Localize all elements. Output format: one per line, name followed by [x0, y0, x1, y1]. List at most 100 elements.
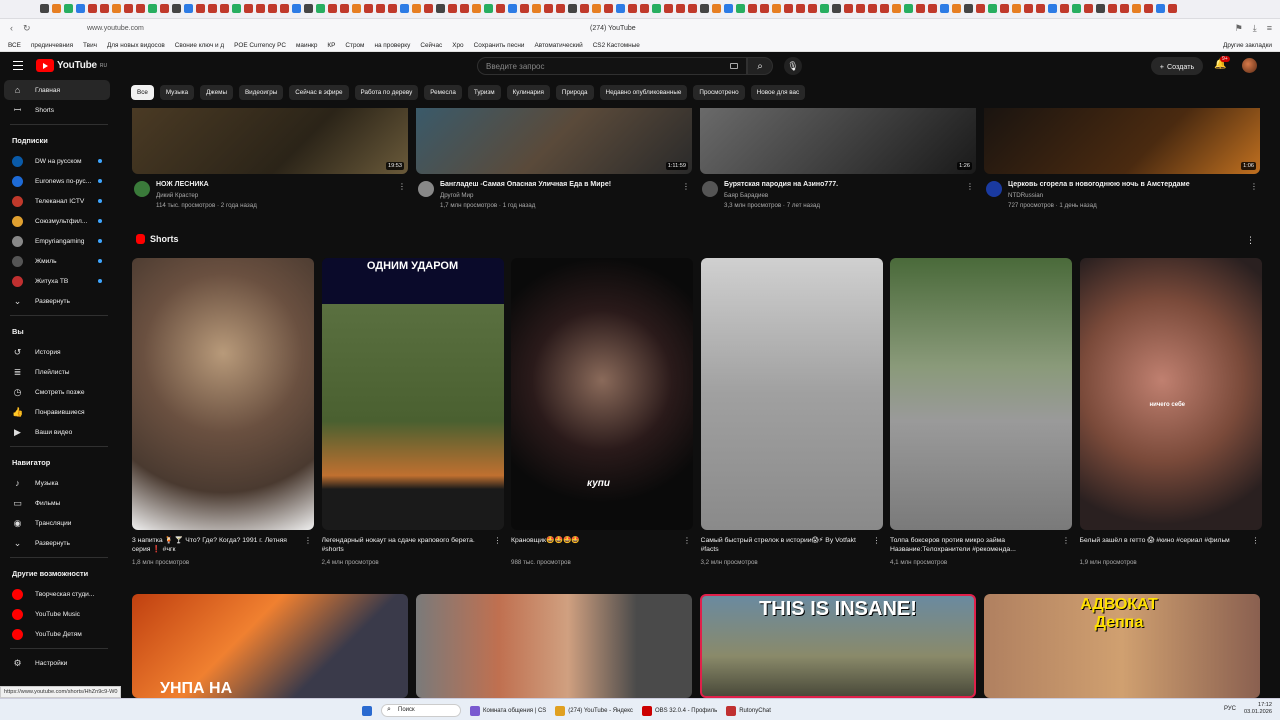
more-icon[interactable]: ⋮: [966, 182, 974, 191]
video-card[interactable]: 1:11:59 Бангладеш -Самая Опасная Уличная …: [416, 108, 692, 214]
channel-name[interactable]: Другой Мир: [440, 192, 473, 199]
search-input[interactable]: Введите запрос: [477, 57, 747, 75]
browser-tab-favicon[interactable]: [784, 4, 793, 13]
video-card[interactable]: 1:06 Церковь сгорела в новогоднюю ночь в …: [984, 108, 1260, 214]
sidebar-item[interactable]: 👍 Понравившиеся: [0, 402, 118, 422]
sidebar-item[interactable]: ◷ Смотреть позже: [0, 382, 118, 402]
browser-tab-favicon[interactable]: [1072, 4, 1081, 13]
search-button[interactable]: ⌕: [747, 57, 773, 75]
sidebar-item[interactable]: Союзмультфил...: [0, 211, 118, 231]
sidebar-item-settings[interactable]: ⚙ Настройки: [0, 653, 118, 673]
video-thumbnail[interactable]: АДВОКАТ Деппа: [984, 594, 1260, 698]
sidebar-item[interactable]: ▶ Ваши видео: [0, 422, 118, 442]
browser-tab-favicon[interactable]: [772, 4, 781, 13]
browser-tab-favicon[interactable]: [796, 4, 805, 13]
more-icon[interactable]: ⋮: [1250, 182, 1258, 191]
browser-tab-favicon[interactable]: [244, 4, 253, 13]
video-thumbnail[interactable]: 1:11:59: [416, 108, 692, 174]
browser-tab-favicon[interactable]: [1096, 4, 1105, 13]
address-bar[interactable]: ‹ ↻ www.youtube.com (274) YouTube ⚑ ⤓ ≡: [0, 19, 1280, 39]
browser-tab-favicon[interactable]: [520, 4, 529, 13]
browser-tabs[interactable]: [40, 4, 1177, 13]
browser-tab-favicon[interactable]: [652, 4, 661, 13]
more-icon[interactable]: ⋮: [683, 536, 691, 545]
browser-tab-favicon[interactable]: [904, 4, 913, 13]
short-thumbnail[interactable]: купи: [511, 258, 693, 530]
video-title[interactable]: Церковь сгорела в новогоднюю ночь в Амст…: [1008, 181, 1190, 188]
sidebar-item[interactable]: ♪ Музыка: [0, 473, 118, 493]
short-thumbnail[interactable]: ОДНИМ УДАРОМ: [321, 258, 504, 530]
video-thumbnail[interactable]: THIS IS INSANE!: [700, 594, 976, 698]
browser-tab-favicon[interactable]: [340, 4, 349, 13]
short-title[interactable]: 3 напитка 🍹 🍸 Что? Где? Когда? 1991 г. Л…: [132, 536, 302, 557]
browser-tab-favicon[interactable]: [544, 4, 553, 13]
browser-tab-favicon[interactable]: [388, 4, 397, 13]
browser-tab-favicon[interactable]: [484, 4, 493, 13]
start-icon[interactable]: [362, 705, 372, 716]
browser-tab-favicon[interactable]: [568, 4, 577, 13]
shorts-more-icon[interactable]: ⋮: [1246, 235, 1255, 246]
bookmark-item[interactable]: Своние ключ и д: [175, 42, 224, 49]
short-card[interactable]: купи Крановщик🤩🤩🤩🤩 988 тыс. просмотров ⋮: [511, 258, 693, 566]
browser-tab-favicon[interactable]: [52, 4, 61, 13]
short-card[interactable]: Самый быстрый стрелок в истории😱⚡ By Vot…: [700, 258, 883, 566]
bookmark-item[interactable]: Твич: [83, 42, 97, 49]
video-card[interactable]: [416, 594, 692, 698]
browser-tab-favicon[interactable]: [832, 4, 841, 13]
bookmark-item[interactable]: КР: [327, 42, 335, 49]
reload-icon[interactable]: ↻: [23, 23, 31, 34]
browser-tab-favicon[interactable]: [316, 4, 325, 13]
sidebar-item[interactable]: DW на русском: [0, 151, 118, 171]
browser-tab-favicon[interactable]: [868, 4, 877, 13]
short-title[interactable]: Толпа боксеров против микро займа Назван…: [890, 536, 1060, 557]
browser-tab-favicon[interactable]: [400, 4, 409, 13]
browser-tab-strip[interactable]: [0, 0, 1280, 19]
browser-tab-favicon[interactable]: [820, 4, 829, 13]
category-chip[interactable]: Работа по дереву: [354, 85, 419, 100]
category-chip[interactable]: Новое для вас: [750, 85, 806, 100]
browser-tab-favicon[interactable]: [976, 4, 985, 13]
more-icon[interactable]: ⋮: [1252, 536, 1260, 545]
more-icon[interactable]: ⋮: [398, 182, 406, 191]
channel-name[interactable]: Баяр Барадиев: [724, 192, 768, 199]
browser-tab-favicon[interactable]: [268, 4, 277, 13]
short-title[interactable]: Крановщик🤩🤩🤩🤩: [511, 536, 681, 557]
sidebar-item[interactable]: Empyriangaming: [0, 231, 118, 251]
category-chip[interactable]: Видеоигры: [238, 85, 284, 100]
you-heading[interactable]: Вы: [0, 320, 118, 342]
browser-tab-favicon[interactable]: [424, 4, 433, 13]
browser-tab-favicon[interactable]: [808, 4, 817, 13]
browser-nav[interactable]: ‹ ↻: [10, 23, 31, 34]
bookmark-item[interactable]: на проверку: [374, 42, 410, 49]
browser-tab-favicon[interactable]: [844, 4, 853, 13]
browser-tab-favicon[interactable]: [76, 4, 85, 13]
browser-tab-favicon[interactable]: [532, 4, 541, 13]
sidebar-item[interactable]: YouTube Детям: [0, 624, 118, 644]
taskbar-app[interactable]: (274) YouTube - Яндекс: [555, 705, 633, 716]
bookmark-item[interactable]: Сейчас: [420, 42, 442, 49]
sidebar-item[interactable]: ▭ Фильмы: [0, 493, 118, 513]
browser-tab-favicon[interactable]: [748, 4, 757, 13]
browser-tab-favicon[interactable]: [112, 4, 121, 13]
browser-tab-favicon[interactable]: [88, 4, 97, 13]
browser-tab-favicon[interactable]: [592, 4, 601, 13]
other-bookmarks[interactable]: Другие закладки: [1223, 42, 1272, 49]
category-chip[interactable]: Просмотрено: [693, 85, 745, 100]
url-text[interactable]: www.youtube.com: [87, 25, 144, 32]
browser-tab-favicon[interactable]: [1048, 4, 1057, 13]
more-icon[interactable]: ⋮: [682, 182, 690, 191]
browser-tab-favicon[interactable]: [1012, 4, 1021, 13]
browser-tab-favicon[interactable]: [988, 4, 997, 13]
notifications-button[interactable]: 🔔 9+: [1214, 56, 1230, 70]
bookmark-item[interactable]: Сохранить песни: [474, 42, 525, 49]
browser-tab-favicon[interactable]: [280, 4, 289, 13]
short-card[interactable]: Толпа боксеров против микро займа Назван…: [890, 258, 1072, 566]
category-chip[interactable]: Кулинария: [506, 85, 550, 100]
keyboard-icon[interactable]: [730, 63, 738, 69]
sidebar-item[interactable]: Euronews по-рус...: [0, 171, 118, 191]
bookmark-item[interactable]: Хро: [452, 42, 463, 49]
browser-tab-favicon[interactable]: [556, 4, 565, 13]
browser-tab-favicon[interactable]: [1156, 4, 1165, 13]
short-thumbnail[interactable]: [890, 258, 1072, 530]
browser-tab-favicon[interactable]: [676, 4, 685, 13]
